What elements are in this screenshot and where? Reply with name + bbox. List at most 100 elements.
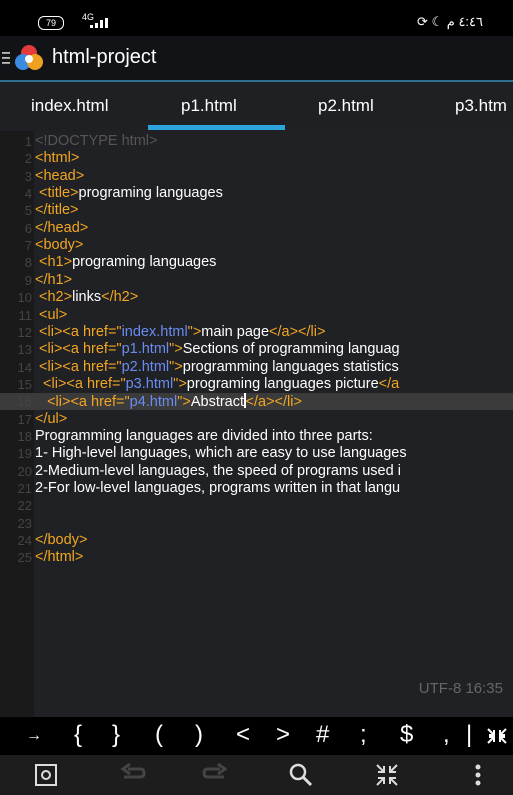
- code-token: </head>: [35, 219, 89, 236]
- code-token: <h1>: [35, 254, 73, 271]
- code-editor[interactable]: UTF-8 16:35 1 <!DOCTYPE html> 2 <html> 3 <hea…: [0, 131, 513, 717]
- symbol-key[interactable]: #: [316, 721, 329, 749]
- line-number: 13: [17, 342, 32, 358]
- tab-p2-html[interactable]: p2.html: [318, 96, 374, 116]
- code-text: </head>: [35, 220, 88, 237]
- code-line[interactable]: 18 Programming languages are divided into…: [0, 428, 513, 445]
- code-line[interactable]: 15 <li><a href="p3.html">programing lang…: [0, 376, 513, 393]
- line-number: 21: [17, 481, 32, 496]
- line-number: 24: [17, 533, 32, 549]
- code-token: p1.html: [121, 341, 170, 358]
- code-token: </a></li>: [269, 323, 326, 340]
- code-token: </body>: [35, 532, 88, 549]
- symbol-key[interactable]: ,: [443, 721, 450, 749]
- code-token: <li><a href=": [35, 358, 122, 375]
- code-line[interactable]: 10 <h2>links</h2>: [0, 289, 513, 306]
- code-token: 2-For low-level languages, programs writ…: [35, 480, 401, 496]
- menu-icon[interactable]: [2, 51, 10, 65]
- line-number: 12: [17, 324, 32, 340]
- tab-p1-html[interactable]: p1.html: [181, 96, 237, 116]
- status-bar: 79 4G ⟳ ☾ ٤:٤٦ م: [0, 0, 513, 36]
- code-line[interactable]: 23: [0, 515, 513, 532]
- code-token: links: [72, 289, 102, 306]
- symbol-key[interactable]: ): [195, 721, 203, 749]
- symbol-key[interactable]: (: [155, 721, 163, 749]
- code-line[interactable]: 1 <!DOCTYPE html>: [0, 133, 513, 150]
- code-token: <li><a href=": [35, 394, 130, 411]
- symbol-key[interactable]: $: [400, 721, 413, 749]
- code-line[interactable]: 11 <ul>: [0, 307, 513, 324]
- code-line[interactable]: 25 </html>: [0, 549, 513, 566]
- code-line[interactable]: 22: [0, 497, 513, 514]
- code-text: 2-Medium-level languages, the speed of p…: [35, 463, 401, 480]
- code-line[interactable]: 4 <title>programing languages: [0, 185, 513, 202]
- line-number: 8: [24, 255, 32, 271]
- code-line[interactable]: 2 <html>: [0, 150, 513, 167]
- symbol-key[interactable]: }: [112, 721, 120, 749]
- code-token: ">: [169, 341, 183, 358]
- code-line[interactable]: 9 </h1>: [0, 272, 513, 289]
- code-line[interactable]: 8 <h1>programing languages: [0, 254, 513, 271]
- line-number: 9: [24, 272, 32, 288]
- tab-index-html[interactable]: index.html: [31, 96, 108, 116]
- code-token: p2.html: [121, 358, 170, 375]
- symbol-key[interactable]: <: [236, 721, 250, 749]
- line-number: 7: [24, 238, 32, 254]
- code-token: <li><a href=": [35, 375, 126, 392]
- code-token: ">: [187, 323, 202, 340]
- redo-icon[interactable]: [202, 763, 230, 787]
- code-line[interactable]: 7 <body>: [0, 237, 513, 254]
- line-number: 10: [17, 290, 32, 306]
- sync-icon: ⟳: [416, 14, 428, 29]
- code-line[interactable]: 14 <li><a href="p2.html">programming lan…: [0, 359, 513, 376]
- code-token: Sections of programming languag: [182, 341, 400, 358]
- more-options-icon[interactable]: [474, 763, 482, 787]
- code-token: <ul>: [35, 306, 68, 323]
- preview-icon[interactable]: [34, 763, 58, 787]
- code-text: <ul>: [35, 307, 67, 324]
- undo-icon[interactable]: [118, 763, 146, 787]
- line-number: 15: [17, 376, 32, 392]
- bottom-toolbar: [0, 755, 513, 795]
- code-text: <li><a href="index.html">main page</a></…: [35, 324, 325, 341]
- collapse-icon[interactable]: [486, 727, 508, 745]
- code-token: p3.html: [125, 375, 174, 392]
- code-line[interactable]: 20 2-Medium-level languages, the speed of…: [0, 463, 513, 480]
- symbol-key[interactable]: >: [276, 721, 290, 749]
- code-line[interactable]: 6 </head>: [0, 220, 513, 237]
- code-text: </ul>: [35, 411, 67, 428]
- code-token: ">: [177, 394, 191, 411]
- signal-icon: [90, 18, 108, 28]
- code-token: 2-Medium-level languages, the speed of p…: [35, 462, 401, 479]
- code-text: </title>: [35, 202, 79, 219]
- code-line[interactable]: 5 </title>: [0, 202, 513, 219]
- app-logo-icon[interactable]: [14, 44, 44, 72]
- code-token: programming languages statistics: [182, 358, 399, 375]
- symbol-key[interactable]: →: [26, 727, 42, 745]
- code-line[interactable]: 16 <li><a href="p4.html">Abstract </a></l…: [0, 393, 513, 411]
- line-number: 11: [18, 307, 33, 323]
- search-icon[interactable]: [289, 763, 313, 787]
- symbol-key[interactable]: {: [74, 721, 82, 749]
- tab-p3-html[interactable]: p3.htm: [455, 96, 507, 116]
- fullscreen-icon[interactable]: [375, 763, 399, 787]
- code-line[interactable]: 3 <head>: [0, 168, 513, 185]
- line-number: 25: [17, 550, 32, 566]
- symbol-key[interactable]: ;: [360, 721, 367, 749]
- code-line[interactable]: 24 </body>: [0, 532, 513, 549]
- code-line[interactable]: 19 1- High-level languages, which are eas…: [0, 445, 513, 462]
- code-line[interactable]: 13 <li><a href="p1.html">Sections of pro…: [0, 341, 513, 358]
- code-token: <title>: [35, 185, 79, 202]
- code-text: 1- High-level languages, which are easy …: [35, 445, 407, 462]
- symbol-key[interactable]: |: [466, 721, 472, 749]
- code-line[interactable]: 21 2-For low-level languages, programs wr…: [0, 480, 513, 497]
- line-number: 17: [17, 411, 32, 427]
- line-number: 19: [17, 446, 32, 462]
- app-bar: html-project: [0, 36, 513, 82]
- line-number: 18: [17, 428, 32, 444]
- code-line[interactable]: 17 </ul>: [0, 411, 513, 428]
- code-text: <li><a href="p4.html">Abstract </a></li>: [35, 393, 302, 411]
- code-token: <h2>: [35, 289, 73, 306]
- code-token: Programming languages are divided into t…: [35, 427, 373, 444]
- code-line[interactable]: 12 <li><a href="index.html">main page</a…: [0, 324, 513, 341]
